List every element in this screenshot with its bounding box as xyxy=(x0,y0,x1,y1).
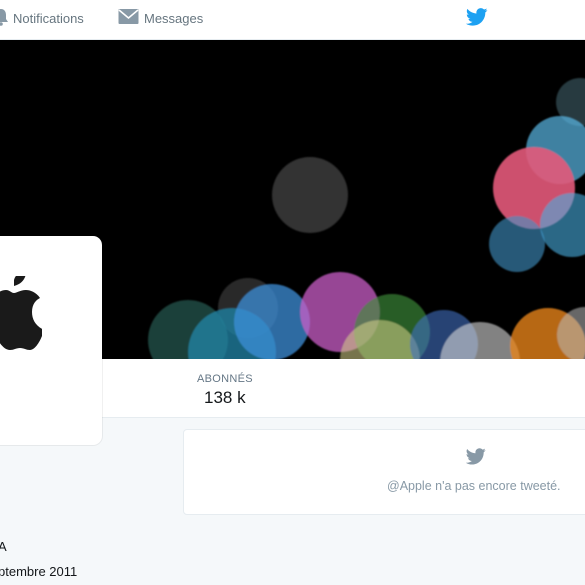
nav-notifications-label: Notifications xyxy=(13,10,84,26)
profile-name: A xyxy=(0,539,7,554)
nav-messages-label: Messages xyxy=(144,10,204,26)
envelope-icon xyxy=(118,8,139,28)
profile-avatar[interactable] xyxy=(0,236,102,445)
twitter-bird-icon xyxy=(465,448,486,470)
nav-notifications[interactable]: Notifications xyxy=(0,8,84,28)
twitter-bird-icon[interactable] xyxy=(465,8,488,26)
bell-icon xyxy=(0,8,8,29)
apple-logo-icon xyxy=(0,276,42,350)
followers-count[interactable]: 138 k xyxy=(204,388,246,408)
profile-join-date: ptembre 2011 xyxy=(0,564,78,579)
top-navigation-bar: Notifications Messages xyxy=(0,0,585,40)
empty-timeline-card: @Apple n'a pas encore tweeté. xyxy=(183,429,585,515)
empty-timeline-message: @Apple n'a pas encore tweeté. xyxy=(387,479,561,493)
nav-messages[interactable]: Messages xyxy=(118,8,203,28)
followers-label[interactable]: ABONNÉS xyxy=(197,373,253,385)
